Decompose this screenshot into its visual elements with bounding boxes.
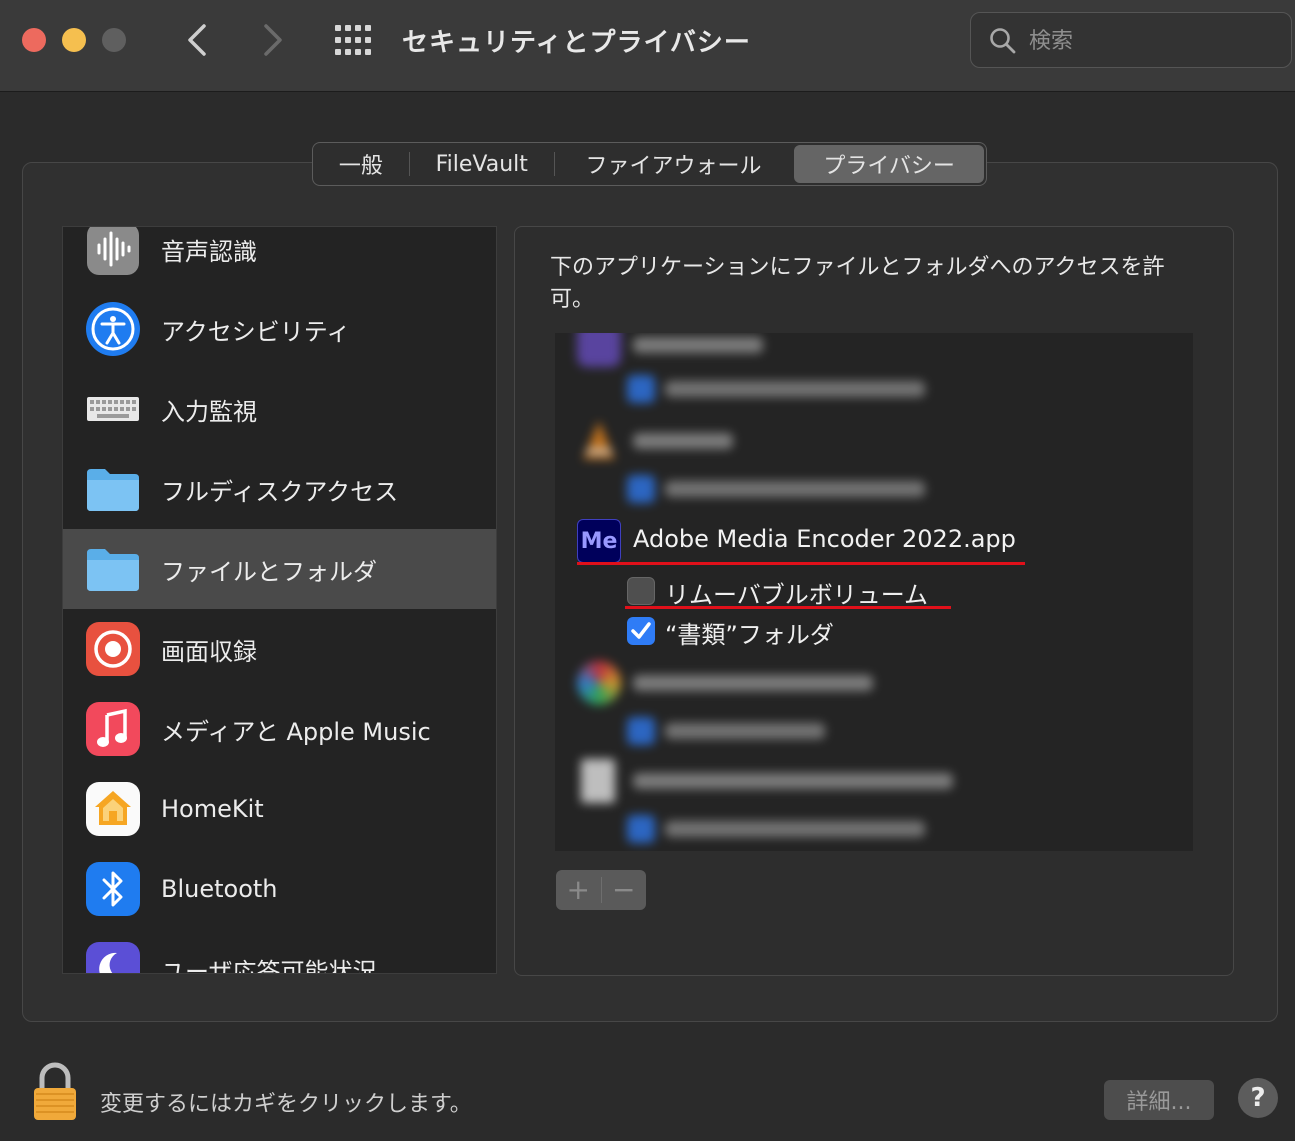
- list-item[interactable]: [555, 757, 1193, 805]
- app-permission-list[interactable]: Me Adobe Media Encoder 2022.app リムーバブルボリ…: [555, 333, 1193, 851]
- permission-description: 下のアプリケーションにファイルとフォルダへのアクセスを許可。: [550, 255, 1165, 312]
- forward-button[interactable]: [256, 22, 288, 58]
- tab-firewall[interactable]: ファイアウォール: [555, 143, 793, 185]
- zoom-window-button[interactable]: [102, 28, 126, 52]
- list-item[interactable]: [555, 809, 1193, 849]
- lock-button[interactable]: [30, 1062, 80, 1122]
- sidebar-item-label: HomeKit: [161, 795, 264, 823]
- sidebar-item-label: Bluetooth: [161, 875, 278, 903]
- redacted-text: [665, 821, 925, 837]
- sidebar-item-focus-status[interactable]: ユーザ応答可能状況: [63, 929, 496, 974]
- checkbox[interactable]: [627, 475, 655, 503]
- window-title: セキュリティとプライバシー: [402, 28, 751, 58]
- help-button[interactable]: ?: [1238, 1078, 1278, 1118]
- checkmark-icon: [631, 622, 651, 639]
- lock-message: 変更するにはカギをクリックします。: [100, 1092, 472, 1117]
- document-icon: [581, 759, 615, 803]
- sidebar-item-label: 画面収録: [161, 637, 257, 666]
- redacted-text: [665, 381, 925, 397]
- redacted-text: [633, 773, 953, 789]
- show-all-grid-button[interactable]: [334, 24, 372, 56]
- tab-privacy[interactable]: プライバシー: [794, 145, 984, 183]
- sidebar-item-label: ファイルとフォルダ: [161, 557, 377, 586]
- close-window-button[interactable]: [22, 28, 46, 52]
- waveform-icon: [85, 227, 141, 277]
- sidebar-item-full-disk-access[interactable]: フルディスクアクセス: [63, 449, 496, 529]
- sidebar-item-label: ユーザ応答可能状況: [161, 957, 377, 974]
- adobe-media-encoder-icon: Me: [577, 519, 621, 563]
- checkbox[interactable]: [627, 577, 655, 605]
- sidebar-item-files-and-folders[interactable]: ファイルとフォルダ: [63, 529, 496, 609]
- add-button[interactable]: +: [556, 870, 601, 910]
- permission-label: リムーバブルボリューム: [665, 581, 929, 609]
- redacted-text: [633, 433, 733, 449]
- list-item[interactable]: [555, 333, 1193, 369]
- annotation-underline: [577, 562, 1025, 565]
- redacted-text: [665, 723, 825, 739]
- search-input[interactable]: [1029, 25, 1269, 57]
- app-icon: [577, 661, 621, 705]
- details-button[interactable]: 詳細...: [1104, 1080, 1214, 1120]
- permission-label: “書類”フォルダ: [665, 621, 834, 649]
- accessibility-icon: [85, 301, 141, 357]
- home-icon: [85, 781, 141, 837]
- remove-button[interactable]: −: [602, 870, 647, 910]
- chevron-right-icon: [264, 24, 282, 56]
- title-bar: セキュリティとプライバシー: [0, 0, 1295, 92]
- tab-filevault[interactable]: FileVault: [410, 143, 554, 185]
- checkbox[interactable]: [627, 815, 655, 843]
- search-icon: [990, 28, 1016, 54]
- sidebar-item-homekit[interactable]: HomeKit: [63, 769, 496, 849]
- list-item[interactable]: [555, 417, 1193, 465]
- minimize-window-button[interactable]: [62, 28, 86, 52]
- folder-icon: [85, 461, 141, 517]
- list-item-adobe-media-encoder[interactable]: Me Adobe Media Encoder 2022.app: [555, 517, 1193, 565]
- list-item[interactable]: [555, 711, 1193, 751]
- annotation-underline: [625, 606, 951, 609]
- redacted-text: [633, 337, 763, 353]
- sidebar-item-screen-recording[interactable]: 画面収録: [63, 609, 496, 689]
- sidebar-item-accessibility[interactable]: アクセシビリティ: [63, 289, 496, 369]
- sidebar-item-label: アクセシビリティ: [161, 317, 351, 346]
- moon-icon: [85, 941, 141, 973]
- list-item[interactable]: [555, 369, 1193, 409]
- grid-icon: [335, 25, 371, 55]
- bluetooth-icon: [85, 861, 141, 917]
- sidebar-item-media-apple-music[interactable]: メディアと Apple Music: [63, 689, 496, 769]
- back-button[interactable]: [182, 22, 214, 58]
- sidebar-item-label: フルディスクアクセス: [161, 477, 399, 506]
- sidebar-item-label: メディアと Apple Music: [161, 717, 431, 746]
- checkbox[interactable]: [627, 375, 655, 403]
- sidebar-item-label: 音声認識: [161, 237, 257, 266]
- search-field[interactable]: [970, 12, 1292, 68]
- list-item[interactable]: [555, 469, 1193, 509]
- checkbox[interactable]: [627, 617, 655, 645]
- chevron-left-icon: [188, 24, 206, 56]
- tab-general[interactable]: 一般: [313, 143, 409, 185]
- checkbox[interactable]: [627, 717, 655, 745]
- permission-documents-folder[interactable]: “書類”フォルダ: [555, 611, 1193, 651]
- sidebar-item-input-monitoring[interactable]: 入力監視: [63, 369, 496, 449]
- folder-icon: [85, 541, 141, 597]
- add-remove-control: + −: [556, 870, 646, 910]
- keyboard-icon: [85, 381, 141, 437]
- screen-record-icon: [85, 621, 141, 677]
- sidebar-item-label: 入力監視: [161, 397, 257, 426]
- sidebar-item-bluetooth[interactable]: Bluetooth: [63, 849, 496, 929]
- permission-removable-volumes[interactable]: リムーバブルボリューム: [555, 571, 1193, 611]
- padlock-icon: [34, 1062, 76, 1120]
- redacted-text: [633, 675, 873, 691]
- tab-bar: 一般 FileVault ファイアウォール プライバシー: [312, 142, 987, 186]
- app-name: Adobe Media Encoder 2022.app: [633, 525, 1016, 553]
- traffic-cone-icon: [577, 419, 621, 463]
- sidebar-item-speech-recognition[interactable]: 音声認識: [63, 227, 496, 289]
- redacted-text: [665, 481, 925, 497]
- music-icon: [85, 701, 141, 757]
- list-item[interactable]: [555, 659, 1193, 707]
- app-icon: [577, 333, 621, 367]
- privacy-category-list[interactable]: 音声認識 アクセシビリティ 入力監視 フルディスクアクセス ファイルとフォルダ …: [62, 226, 497, 974]
